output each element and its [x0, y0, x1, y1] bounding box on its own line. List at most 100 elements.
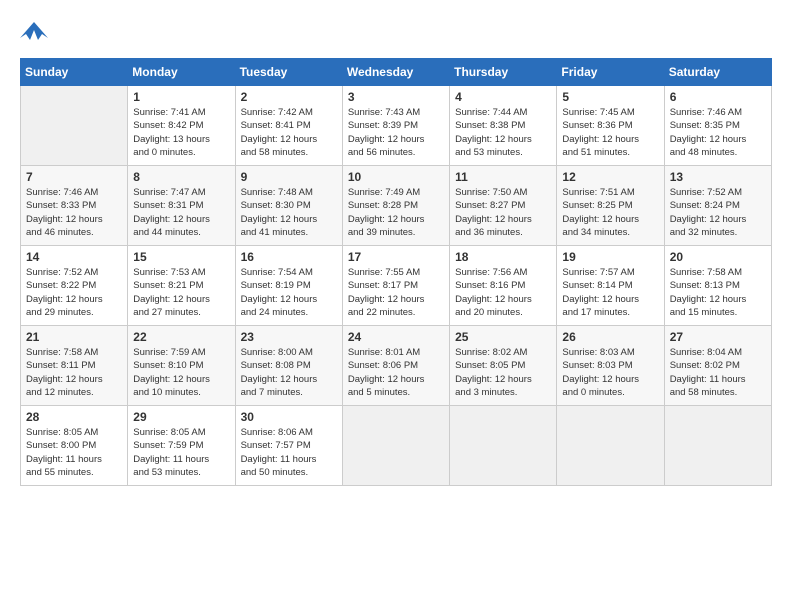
- header-cell-tuesday: Tuesday: [235, 59, 342, 86]
- day-info: Sunrise: 7:58 AM Sunset: 8:13 PM Dayligh…: [670, 266, 766, 319]
- day-cell: 12Sunrise: 7:51 AM Sunset: 8:25 PM Dayli…: [557, 166, 664, 246]
- day-number: 22: [133, 330, 229, 344]
- header-cell-sunday: Sunday: [21, 59, 128, 86]
- day-number: 19: [562, 250, 658, 264]
- day-info: Sunrise: 7:59 AM Sunset: 8:10 PM Dayligh…: [133, 346, 229, 399]
- header-cell-friday: Friday: [557, 59, 664, 86]
- day-info: Sunrise: 8:05 AM Sunset: 8:00 PM Dayligh…: [26, 426, 122, 479]
- day-cell: [21, 86, 128, 166]
- day-info: Sunrise: 8:00 AM Sunset: 8:08 PM Dayligh…: [241, 346, 337, 399]
- header: [20, 20, 772, 42]
- calendar-table: SundayMondayTuesdayWednesdayThursdayFrid…: [20, 58, 772, 486]
- day-cell: 13 Sunrise: 7:52 AM Sunset: 8:24 PM Dayli…: [664, 166, 771, 246]
- day-info: Sunrise: 7:57 AM Sunset: 8:14 PM Dayligh…: [562, 266, 658, 319]
- day-info: Sunrise: 7:49 AM Sunset: 8:28 PM Dayligh…: [348, 186, 444, 239]
- day-number: 21: [26, 330, 122, 344]
- day-cell: 17Sunrise: 7:55 AM Sunset: 8:17 PM Dayli…: [342, 246, 449, 326]
- day-number: 13: [670, 170, 766, 184]
- day-cell: 15 Sunrise: 7:53 AM Sunset: 8:21 PM Dayli…: [128, 246, 235, 326]
- day-number: 8: [133, 170, 229, 184]
- week-row-3: 14 Sunrise: 7:52 AM Sunset: 8:22 PM Dayli…: [21, 246, 772, 326]
- day-cell: 4 Sunrise: 7:44 AM Sunset: 8:38 PM Daylig…: [450, 86, 557, 166]
- day-info: Sunrise: 7:53 AM Sunset: 8:21 PM Dayligh…: [133, 266, 229, 319]
- logo: [20, 20, 48, 42]
- day-info: Sunrise: 8:04 AM Sunset: 8:02 PM Dayligh…: [670, 346, 766, 399]
- day-cell: 20 Sunrise: 7:58 AM Sunset: 8:13 PM Dayli…: [664, 246, 771, 326]
- day-cell: 5 Sunrise: 7:45 AM Sunset: 8:36 PM Daylig…: [557, 86, 664, 166]
- day-info: Sunrise: 7:58 AM Sunset: 8:11 PM Dayligh…: [26, 346, 122, 399]
- day-cell: 16 Sunrise: 7:54 AM Sunset: 8:19 PM Dayli…: [235, 246, 342, 326]
- day-number: 14: [26, 250, 122, 264]
- day-info: Sunrise: 7:56 AM Sunset: 8:16 PM Dayligh…: [455, 266, 551, 319]
- day-number: 10: [348, 170, 444, 184]
- day-cell: 14 Sunrise: 7:52 AM Sunset: 8:22 PM Dayli…: [21, 246, 128, 326]
- day-number: 25: [455, 330, 551, 344]
- day-cell: 1 Sunrise: 7:41 AM Sunset: 8:42 PM Daylig…: [128, 86, 235, 166]
- day-cell: 10 Sunrise: 7:49 AM Sunset: 8:28 PM Dayli…: [342, 166, 449, 246]
- header-cell-saturday: Saturday: [664, 59, 771, 86]
- day-number: 15: [133, 250, 229, 264]
- day-info: Sunrise: 7:48 AM Sunset: 8:30 PM Dayligh…: [241, 186, 337, 239]
- day-number: 1: [133, 90, 229, 104]
- day-cell: 25 Sunrise: 8:02 AM Sunset: 8:05 PM Dayli…: [450, 326, 557, 406]
- day-number: 11: [455, 170, 551, 184]
- day-number: 20: [670, 250, 766, 264]
- day-number: 26: [562, 330, 658, 344]
- day-cell: 28 Sunrise: 8:05 AM Sunset: 8:00 PM Dayli…: [21, 406, 128, 486]
- day-info: Sunrise: 7:46 AM Sunset: 8:35 PM Dayligh…: [670, 106, 766, 159]
- day-number: 9: [241, 170, 337, 184]
- header-row: SundayMondayTuesdayWednesdayThursdayFrid…: [21, 59, 772, 86]
- day-info: Sunrise: 7:52 AM Sunset: 8:22 PM Dayligh…: [26, 266, 122, 319]
- day-cell: 11 Sunrise: 7:50 AM Sunset: 8:27 PM Dayli…: [450, 166, 557, 246]
- day-info: Sunrise: 7:42 AM Sunset: 8:41 PM Dayligh…: [241, 106, 337, 159]
- day-cell: 22 Sunrise: 7:59 AM Sunset: 8:10 PM Dayli…: [128, 326, 235, 406]
- day-cell: 7 Sunrise: 7:46 AM Sunset: 8:33 PM Daylig…: [21, 166, 128, 246]
- week-row-5: 28 Sunrise: 8:05 AM Sunset: 8:00 PM Dayli…: [21, 406, 772, 486]
- week-row-1: 1 Sunrise: 7:41 AM Sunset: 8:42 PM Daylig…: [21, 86, 772, 166]
- day-number: 6: [670, 90, 766, 104]
- day-info: Sunrise: 8:01 AM Sunset: 8:06 PM Dayligh…: [348, 346, 444, 399]
- day-info: Sunrise: 7:41 AM Sunset: 8:42 PM Dayligh…: [133, 106, 229, 159]
- day-cell: 21 Sunrise: 7:58 AM Sunset: 8:11 PM Dayli…: [21, 326, 128, 406]
- day-number: 23: [241, 330, 337, 344]
- day-number: 12: [562, 170, 658, 184]
- week-row-4: 21 Sunrise: 7:58 AM Sunset: 8:11 PM Dayli…: [21, 326, 772, 406]
- day-number: 16: [241, 250, 337, 264]
- day-info: Sunrise: 7:47 AM Sunset: 8:31 PM Dayligh…: [133, 186, 229, 239]
- day-number: 5: [562, 90, 658, 104]
- header-cell-thursday: Thursday: [450, 59, 557, 86]
- day-info: Sunrise: 7:44 AM Sunset: 8:38 PM Dayligh…: [455, 106, 551, 159]
- day-number: 27: [670, 330, 766, 344]
- header-cell-wednesday: Wednesday: [342, 59, 449, 86]
- header-cell-monday: Monday: [128, 59, 235, 86]
- day-info: Sunrise: 7:43 AM Sunset: 8:39 PM Dayligh…: [348, 106, 444, 159]
- day-info: Sunrise: 8:02 AM Sunset: 8:05 PM Dayligh…: [455, 346, 551, 399]
- day-number: 24: [348, 330, 444, 344]
- day-info: Sunrise: 8:06 AM Sunset: 7:57 PM Dayligh…: [241, 426, 337, 479]
- logo-bird-icon: [20, 20, 48, 42]
- day-cell: 19 Sunrise: 7:57 AM Sunset: 8:14 PM Dayli…: [557, 246, 664, 326]
- day-info: Sunrise: 7:52 AM Sunset: 8:24 PM Dayligh…: [670, 186, 766, 239]
- day-number: 7: [26, 170, 122, 184]
- day-number: 18: [455, 250, 551, 264]
- day-number: 28: [26, 410, 122, 424]
- day-number: 17: [348, 250, 444, 264]
- day-cell: 2Sunrise: 7:42 AM Sunset: 8:41 PM Daylig…: [235, 86, 342, 166]
- day-cell: [450, 406, 557, 486]
- day-info: Sunrise: 8:03 AM Sunset: 8:03 PM Dayligh…: [562, 346, 658, 399]
- day-cell: 3 Sunrise: 7:43 AM Sunset: 8:39 PM Daylig…: [342, 86, 449, 166]
- day-info: Sunrise: 7:45 AM Sunset: 8:36 PM Dayligh…: [562, 106, 658, 159]
- day-cell: 18 Sunrise: 7:56 AM Sunset: 8:16 PM Dayli…: [450, 246, 557, 326]
- day-cell: 26 Sunrise: 8:03 AM Sunset: 8:03 PM Dayli…: [557, 326, 664, 406]
- day-cell: 27 Sunrise: 8:04 AM Sunset: 8:02 PM Dayli…: [664, 326, 771, 406]
- day-info: Sunrise: 7:50 AM Sunset: 8:27 PM Dayligh…: [455, 186, 551, 239]
- day-number: 3: [348, 90, 444, 104]
- day-info: Sunrise: 7:54 AM Sunset: 8:19 PM Dayligh…: [241, 266, 337, 319]
- day-number: 30: [241, 410, 337, 424]
- day-number: 4: [455, 90, 551, 104]
- day-cell: 29Sunrise: 8:05 AM Sunset: 7:59 PM Dayli…: [128, 406, 235, 486]
- day-cell: 9 Sunrise: 7:48 AM Sunset: 8:30 PM Daylig…: [235, 166, 342, 246]
- day-cell: 23 Sunrise: 8:00 AM Sunset: 8:08 PM Dayli…: [235, 326, 342, 406]
- day-info: Sunrise: 7:46 AM Sunset: 8:33 PM Dayligh…: [26, 186, 122, 239]
- day-cell: [557, 406, 664, 486]
